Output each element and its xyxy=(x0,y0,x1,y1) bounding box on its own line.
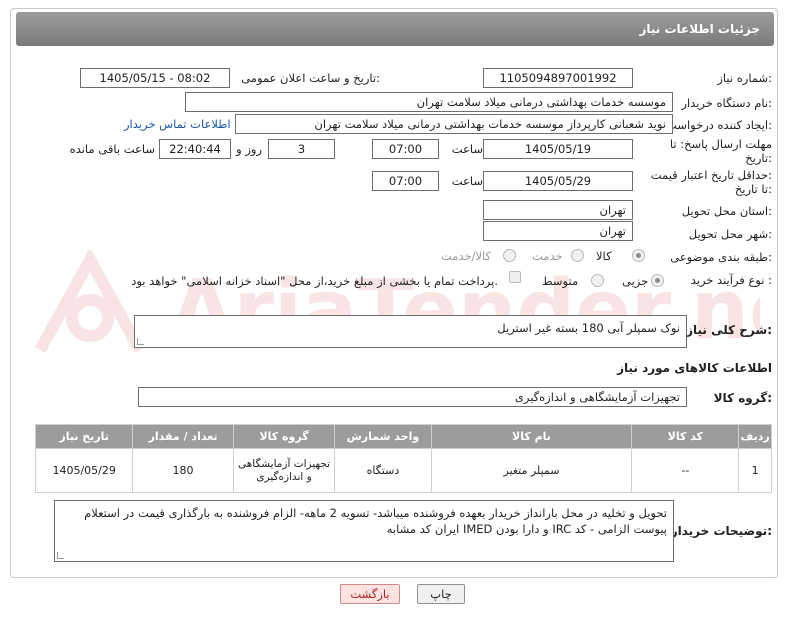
buyer-notes-label: توضیحات خریدار: xyxy=(670,524,772,538)
category-goods-radio[interactable] xyxy=(632,249,645,262)
need-number-field[interactable]: 1105094897001992 xyxy=(483,68,633,88)
province-field[interactable]: تهران xyxy=(483,200,633,220)
process-medium-radio[interactable] xyxy=(591,274,604,287)
process-minor-radio[interactable] xyxy=(651,274,664,287)
print-button[interactable]: چاپ xyxy=(417,584,465,604)
announce-field[interactable]: 1405/05/15 - 08:02 xyxy=(80,68,230,88)
goods-table-header: ردیف کد کالا نام کالا واحد شمارش گروه کا… xyxy=(34,424,772,449)
deadline-label: مهلت ارسال پاسخ: تا xyxy=(669,137,772,151)
city-field[interactable]: تهران xyxy=(483,221,633,241)
category-service-label: خدمت xyxy=(532,249,563,263)
buyer-notes-text: تحویل و تخلیه در محل بارانداز خریدار بعه… xyxy=(84,506,667,536)
buyer-notes-textarea[interactable]: تحویل و تخلیه در محل بارانداز خریدار بعه… xyxy=(54,500,674,562)
cell-qty: 180 xyxy=(132,448,234,493)
col-name: نام کالا xyxy=(430,424,633,449)
deadline-time-field[interactable]: 07:00 xyxy=(372,139,439,159)
need-number-label: شماره نیاز: xyxy=(717,71,772,85)
deadline-time-label: ساعت xyxy=(451,142,483,156)
cell-code: -- xyxy=(631,448,740,493)
cell-unit: دستگاه xyxy=(334,448,432,493)
remaining-label: ساعت باقی مانده xyxy=(69,142,155,156)
col-group: گروه کالا xyxy=(232,424,336,449)
back-button[interactable]: بازگشت xyxy=(340,584,400,604)
process-label: نوع فرآیند خرید : xyxy=(690,273,772,287)
cell-group: تجهیزات آزمایشگاهی و اندازه‌گیری xyxy=(232,448,336,493)
col-row: ردیف xyxy=(738,424,772,449)
province-label: استان محل تحویل: xyxy=(681,204,772,218)
creator-field[interactable]: نوید شعبانی کارپرداز موسسه خدمات بهداشتی… xyxy=(235,114,673,134)
category-mixed-radio[interactable] xyxy=(503,249,516,262)
days-label: روز و xyxy=(236,142,262,156)
resize-handle-icon[interactable] xyxy=(57,552,64,559)
process-minor-label: جزیی xyxy=(622,274,649,288)
resize-handle-icon[interactable] xyxy=(137,338,144,345)
goods-table: ردیف کد کالا نام کالا واحد شمارش گروه کا… xyxy=(34,424,772,493)
announce-label: تاریخ و ساعت اعلان عمومی: xyxy=(241,71,380,85)
category-service-radio[interactable] xyxy=(571,249,584,262)
validity-date-field[interactable]: 1405/05/29 xyxy=(483,171,633,191)
need-description-label: شرح کلی نیاز: xyxy=(686,323,772,337)
goods-group-label: گروه کالا: xyxy=(713,391,772,405)
days-field[interactable]: 3 xyxy=(268,139,335,159)
category-mixed-label: کالا/خدمت xyxy=(441,249,492,263)
category-label: طبقه بندی موضوعی: xyxy=(670,250,772,264)
goods-group-field[interactable]: تجهیزات آزمایشگاهی و اندازه‌گیری xyxy=(138,387,687,407)
table-row[interactable]: 1 -- سمپلر متغیر دستگاه تجهیزات آزمایشگا… xyxy=(34,448,772,493)
category-goods-label: کالا xyxy=(596,249,612,263)
validity-label-date: تا تاریخ: xyxy=(734,182,772,196)
col-date: تاریخ نیاز xyxy=(34,424,134,449)
buyer-org-field[interactable]: موسسه خدمات بهداشتی درمانی میلاد سلامت ت… xyxy=(185,92,673,112)
remaining-time-field[interactable]: 22:40:44 xyxy=(159,139,231,159)
goods-section-title: اطلاعات کالاهای مورد نیاز xyxy=(617,361,772,375)
col-qty: تعداد / مقدار xyxy=(132,424,234,449)
validity-time-field[interactable]: 07:00 xyxy=(372,171,439,191)
buyer-org-label: نام دستگاه خریدار: xyxy=(681,96,772,110)
cell-name: سمپلر متغیر xyxy=(430,448,633,493)
need-description-textarea[interactable]: نوک سمپلر آبی 180 بسته غیر استریل xyxy=(134,315,687,348)
validity-label: حداقل تاریخ اعتبار قیمت: xyxy=(650,168,772,182)
treasury-payment-note: پرداخت تمام یا بخشی از مبلغ خرید،از محل … xyxy=(131,274,498,288)
process-medium-label: متوسط xyxy=(542,274,579,288)
deadline-date-field[interactable]: 1405/05/19 xyxy=(483,139,633,159)
validity-time-label: ساعت xyxy=(451,174,483,188)
cell-date: 1405/05/29 xyxy=(34,448,134,493)
need-description-text: نوک سمپلر آبی 180 بسته غیر استریل xyxy=(497,321,680,335)
creator-label: ایجاد کننده درخواست: xyxy=(666,118,772,132)
contact-buyer-link[interactable]: اطلاعات تماس خریدار xyxy=(124,117,231,131)
treasury-payment-checkbox[interactable] xyxy=(509,271,521,283)
city-label: شهر محل تحویل: xyxy=(688,227,772,241)
col-code: کد کالا xyxy=(631,424,740,449)
col-unit: واحد شمارش xyxy=(334,424,432,449)
deadline-label-date: تاریخ: xyxy=(745,151,772,165)
page-title: جزئیات اطلاعات نیاز xyxy=(16,12,774,46)
cell-row: 1 xyxy=(738,448,772,493)
